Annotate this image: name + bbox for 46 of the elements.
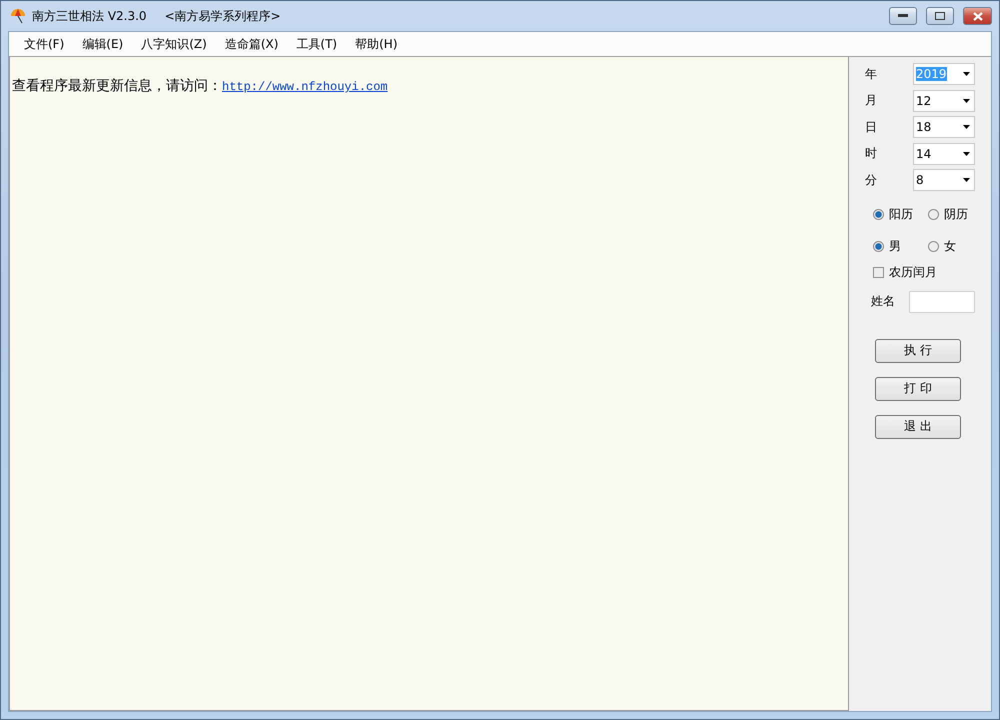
- close-icon: [972, 12, 982, 20]
- minimize-icon: [898, 14, 908, 18]
- maximize-button[interactable]: [926, 7, 954, 25]
- website-link[interactable]: http://www.nfzhouyi.com: [222, 80, 388, 94]
- info-text: 查看程序最新更新信息，请访问：: [12, 77, 222, 95]
- caret-icon: [963, 178, 970, 182]
- menu-item[interactable]: 帮助(H): [346, 36, 406, 52]
- close-button[interactable]: [963, 7, 992, 25]
- caret-icon: [963, 152, 970, 156]
- radio-button[interactable]: [928, 241, 939, 252]
- window-subtitle: <南方易学系列程序>: [164, 8, 281, 24]
- caret-icon: [963, 98, 970, 103]
- menu-item[interactable]: 八字知识(Z): [132, 36, 216, 52]
- umbrella-icon: [10, 8, 26, 24]
- menu-item[interactable]: 造命篇(X): [216, 36, 288, 52]
- radio-button[interactable]: [928, 209, 939, 220]
- dropdown-field[interactable]: 18: [913, 116, 975, 138]
- caret-icon: [963, 125, 970, 130]
- action-button[interactable]: 退 出: [875, 414, 961, 438]
- field-label: 月: [865, 92, 878, 110]
- field-label: 分: [865, 172, 878, 189]
- action-button[interactable]: 执 行: [875, 338, 961, 362]
- minimize-button[interactable]: [889, 7, 917, 25]
- radio-button[interactable]: [873, 209, 884, 220]
- dropdown-field[interactable]: 12: [913, 90, 975, 112]
- radio-option[interactable]: 男: [873, 238, 924, 255]
- checkbox-option[interactable]: 农历闰月: [865, 264, 991, 280]
- maximize-icon: [935, 12, 945, 20]
- radio-button[interactable]: [873, 241, 884, 252]
- checkbox[interactable]: [873, 266, 884, 278]
- field-label: 时: [865, 145, 878, 162]
- menu-item[interactable]: 编辑(E): [73, 36, 132, 52]
- menu-item[interactable]: 工具(T): [287, 36, 346, 52]
- field-label: 姓名: [871, 293, 895, 310]
- window-title: 南方三世相法 V2.3.0: [32, 8, 147, 24]
- dropdown-field[interactable]: 14: [913, 142, 975, 165]
- radio-option[interactable]: 女: [928, 238, 979, 255]
- dropdown-field[interactable]: 8: [913, 169, 975, 192]
- name-input[interactable]: [909, 290, 975, 312]
- action-button[interactable]: 打 印: [875, 376, 961, 400]
- radio-option[interactable]: 阴历: [928, 206, 979, 223]
- field-label: 年: [865, 66, 878, 83]
- caret-icon: [963, 72, 970, 76]
- field-label: 日: [865, 118, 878, 136]
- radio-option[interactable]: 阳历: [873, 206, 924, 223]
- menu-item[interactable]: 文件(F): [15, 36, 74, 52]
